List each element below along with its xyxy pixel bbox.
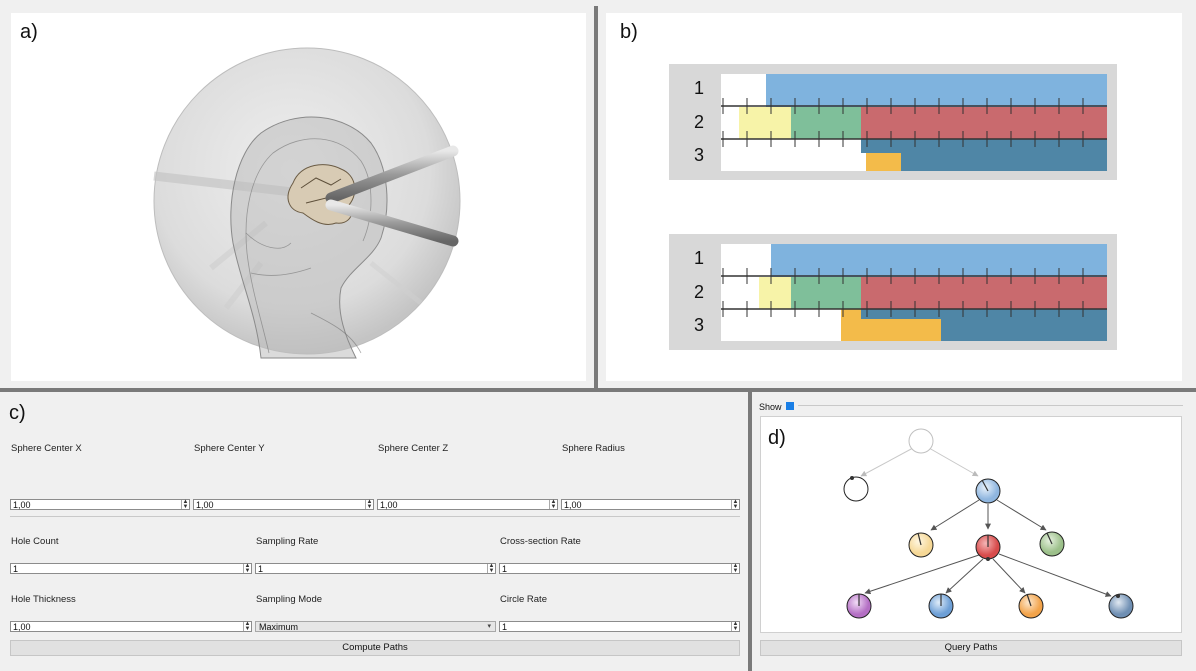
panel-b-timelines: b) 1 2 3 1 2 3 bbox=[606, 13, 1182, 381]
hole-thickness-label: Hole Thickness bbox=[11, 594, 76, 605]
sampling-rate-value: 1 bbox=[258, 564, 264, 574]
spin-arrows-icon[interactable]: ▲ ▼ bbox=[181, 499, 189, 510]
circle-rate-label: Circle Rate bbox=[500, 594, 547, 605]
sphere-center-z-value: 1,00 bbox=[380, 500, 398, 510]
spin-arrows-icon[interactable]: ▲ ▼ bbox=[549, 499, 557, 510]
sphere-radius-input[interactable]: 1,00 ▲ ▼ bbox=[561, 499, 740, 510]
row-label-2: 2 bbox=[694, 282, 705, 302]
hole-count-input[interactable]: 1 ▲ ▼ bbox=[10, 563, 252, 574]
sampling-mode-select[interactable]: Maximum ▾ bbox=[255, 621, 496, 632]
sphere-center-y-label: Sphere Center Y bbox=[194, 443, 265, 454]
form-separator bbox=[10, 516, 740, 517]
spin-arrows-icon[interactable]: ▲ ▼ bbox=[731, 563, 739, 574]
panel-c-parameters: c) Sphere Center X Sphere Center Y Spher… bbox=[0, 392, 748, 671]
path-tree-graph bbox=[843, 428, 1134, 619]
sampling-rate-label: Sampling Rate bbox=[256, 536, 319, 547]
spin-arrows-icon[interactable]: ▲ ▼ bbox=[731, 499, 739, 510]
row-label-2: 2 bbox=[694, 112, 705, 132]
query-paths-button[interactable]: Query Paths bbox=[760, 640, 1182, 656]
hole-count-value: 1 bbox=[13, 564, 19, 574]
sampling-mode-value: Maximum bbox=[259, 622, 299, 632]
circle-rate-value: 1 bbox=[502, 622, 508, 632]
sampling-mode-label: Sampling Mode bbox=[256, 594, 323, 605]
tree-view[interactable]: d) bbox=[760, 416, 1182, 633]
timeline-1-bands bbox=[721, 74, 1107, 171]
head-sphere-render bbox=[153, 47, 461, 359]
sphere-radius-value: 1,00 bbox=[564, 500, 582, 510]
cross-section-rate-label: Cross-section Rate bbox=[500, 536, 581, 547]
panel-b-letter: b) bbox=[620, 21, 638, 43]
sphere-radius-label: Sphere Radius bbox=[562, 443, 625, 454]
timeline-chart-2: 1 2 3 bbox=[669, 234, 1117, 350]
sampling-rate-input[interactable]: 1 ▲ ▼ bbox=[255, 563, 496, 574]
row-label-1: 1 bbox=[694, 78, 705, 98]
timeline-2-bands bbox=[721, 244, 1107, 341]
sphere-center-x-value: 1,00 bbox=[13, 500, 31, 510]
spin-arrows-icon[interactable]: ▲ ▼ bbox=[731, 621, 739, 632]
row-label-3: 3 bbox=[694, 315, 705, 335]
panel-c-letter: c) bbox=[9, 402, 26, 424]
show-checkbox[interactable] bbox=[786, 402, 794, 410]
sphere-center-x-label: Sphere Center X bbox=[11, 443, 82, 454]
hole-count-label: Hole Count bbox=[11, 536, 59, 547]
row-label-1: 1 bbox=[694, 248, 705, 268]
hole-thickness-value: 1,00 bbox=[13, 622, 31, 632]
sphere-center-z-label: Sphere Center Z bbox=[378, 443, 449, 454]
row-label-3: 3 bbox=[694, 145, 705, 165]
timeline-chart-1: 1 2 3 bbox=[669, 64, 1117, 180]
panel-a-3d-view[interactable]: a) bbox=[11, 13, 586, 381]
circle-rate-input[interactable]: 1 ▲ ▼ bbox=[499, 621, 740, 632]
show-separator bbox=[798, 405, 1183, 406]
panel-d-tree: Show d) Query Paths bbox=[752, 392, 1196, 671]
spin-arrows-icon[interactable]: ▲ ▼ bbox=[243, 621, 251, 632]
spin-arrows-icon[interactable]: ▲ ▼ bbox=[243, 563, 251, 574]
sphere-center-y-value: 1,00 bbox=[196, 500, 214, 510]
show-checkbox-label: Show bbox=[759, 402, 782, 412]
chevron-down-icon: ▾ bbox=[487, 623, 491, 630]
sphere-center-y-input[interactable]: 1,00 ▲ ▼ bbox=[193, 499, 374, 510]
hole-thickness-input[interactable]: 1,00 ▲ ▼ bbox=[10, 621, 252, 632]
sphere-center-x-input[interactable]: 1,00 ▲ ▼ bbox=[10, 499, 190, 510]
spin-arrows-icon[interactable]: ▲ ▼ bbox=[365, 499, 373, 510]
cross-section-rate-value: 1 bbox=[502, 564, 508, 574]
spin-arrows-icon[interactable]: ▲ ▼ bbox=[487, 563, 495, 574]
sphere-center-z-input[interactable]: 1,00 ▲ ▼ bbox=[377, 499, 558, 510]
vertical-divider-top[interactable] bbox=[594, 6, 598, 388]
cross-section-rate-input[interactable]: 1 ▲ ▼ bbox=[499, 563, 740, 574]
compute-paths-button[interactable]: Compute Paths bbox=[10, 640, 740, 656]
